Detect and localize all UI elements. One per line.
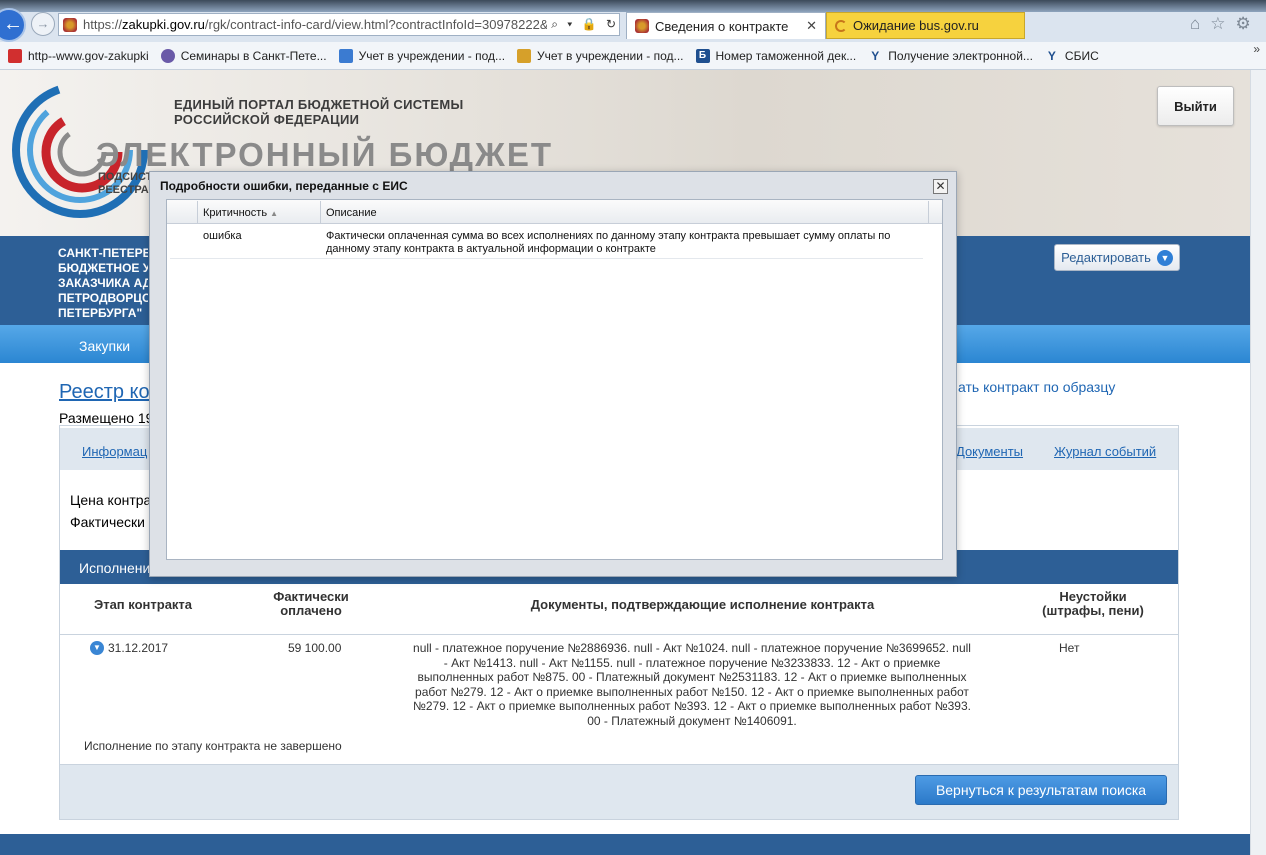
column-separator: [197, 201, 198, 223]
ie-page-icon: [338, 48, 353, 63]
loading-spinner-icon: [835, 19, 847, 32]
bird-icon: Y: [871, 48, 880, 63]
column-header-paid: Фактически оплачено: [273, 589, 349, 618]
brand-title: ЭЛЕКТРОННЫЙ БЮДЖЕТ: [96, 136, 554, 173]
error-grid-header: [167, 200, 942, 224]
error-severity-cell: ошибка: [203, 230, 242, 242]
address-tools-icons[interactable]: ⌕ ▾ 🔒 ↻: [551, 17, 619, 32]
b-letter-icon: Б: [695, 48, 710, 63]
logout-button[interactable]: Выйти: [1157, 86, 1234, 126]
column-header-documents: Документы, подтверждающие исполнение кон…: [530, 597, 875, 612]
page-footer-band: [0, 834, 1250, 855]
favorite-link[interactable]: http--www.gov-zakupki: [8, 48, 149, 63]
column-header-severity[interactable]: Критичность ▲: [203, 207, 278, 219]
column-header-stage: Этап контракта: [93, 597, 193, 612]
edit-button[interactable]: Редактировать ▼: [1054, 244, 1180, 271]
dialog-close-icon[interactable]: ✕: [933, 179, 948, 194]
favorite-link[interactable]: Y Получение электронной...: [868, 49, 1033, 63]
stage-date: 31.12.2017: [108, 641, 169, 655]
grid-row-divider: [170, 258, 923, 259]
tab-bus-gov-loading[interactable]: Ожидание bus.gov.ru: [826, 12, 1025, 39]
create-by-sample-link[interactable]: ать контракт по образцу: [958, 379, 1115, 395]
portal-name: ЕДИНЫЙ ПОРТАЛ БЮДЖЕТНОЙ СИСТЕМЫ РОССИЙСКО…: [174, 97, 464, 127]
favorite-link[interactable]: Учет в учреждении - под...: [517, 48, 684, 63]
favicon-icon: [8, 48, 22, 63]
favorites-more-icon[interactable]: »: [1253, 42, 1260, 56]
url-text[interactable]: https://zakupki.gov.ru/rgk/contract-info…: [83, 17, 547, 32]
tab-close-icon[interactable]: ✕: [806, 18, 817, 34]
back-arrow-icon: ←: [3, 13, 23, 35]
column-separator: [928, 201, 929, 223]
penalty-value: Нет: [1059, 641, 1080, 655]
tab-documents[interactable]: Документы: [956, 444, 1023, 459]
expand-row-chevron-icon[interactable]: ▼: [90, 641, 104, 655]
forward-button[interactable]: →: [31, 12, 55, 36]
favorite-link[interactable]: Учет в учреждении - под...: [338, 48, 505, 63]
dialog-title: Подробности ошибки, переданные с ЕИС: [160, 179, 408, 193]
favorite-link[interactable]: Б Номер таможенной дек...: [695, 48, 856, 63]
supporting-documents: null - платежное поручение №2886936. nul…: [413, 641, 971, 728]
contract-price-label: Цена контра: [70, 492, 152, 508]
actually-paid-label: Фактически: [70, 514, 145, 530]
tab-contract-info[interactable]: Сведения о контракте ✕: [626, 12, 826, 39]
nav-item-purchases[interactable]: Закупки: [79, 338, 130, 354]
tab-label: Ожидание bus.gov.ru: [853, 18, 979, 33]
sort-ascending-icon: ▲: [270, 209, 279, 218]
chevron-down-icon: ▼: [1156, 249, 1173, 266]
register-title-link[interactable]: Реестр ко: [59, 381, 150, 404]
window-top-strip: [0, 0, 1266, 12]
table-divider: [60, 634, 1178, 635]
column-header-description[interactable]: Описание: [326, 207, 377, 219]
tab-favicon-icon: [635, 19, 649, 33]
stage-status-text: Исполнение по этапу контракта не заверше…: [84, 739, 342, 753]
tab-label: Сведения о контракте: [655, 18, 789, 34]
placed-date-text: Размещено 19: [59, 410, 154, 426]
favorite-link[interactable]: Семинары в Санкт-Пете...: [160, 48, 327, 63]
back-to-search-button[interactable]: Вернуться к результатам поиска: [915, 775, 1167, 805]
tab-event-log[interactable]: Журнал событий: [1054, 444, 1156, 459]
home-icon[interactable]: ⌂: [1190, 14, 1200, 34]
tab-information[interactable]: Информац: [82, 444, 147, 459]
bird-icon: Y: [1047, 48, 1056, 63]
favicon-icon: [160, 48, 175, 63]
subsystem-label: ПОДСИСТ РЕЕСТРА: [98, 171, 153, 196]
gear-icon[interactable]: ⚙: [1236, 14, 1251, 34]
forward-arrow-icon: →: [36, 16, 50, 31]
column-separator[interactable]: [320, 201, 321, 223]
page-scrollbar[interactable]: [1250, 70, 1266, 855]
error-description-cell: Фактически оплаченная сумма во всех испо…: [326, 230, 891, 255]
address-bar[interactable]: https://zakupki.gov.ru/rgk/contract-info…: [58, 13, 620, 36]
favorite-link[interactable]: Y СБИС: [1045, 49, 1099, 63]
favorites-bar: http--www.gov-zakupki Семинары в Санкт-П…: [0, 42, 1266, 70]
execution-section-title: Исполнени: [79, 560, 151, 576]
ie-page-icon: [517, 48, 532, 63]
browser-nav-icons: ⌂ ☆ ⚙: [1190, 14, 1266, 34]
favorites-star-icon[interactable]: ☆: [1210, 14, 1225, 34]
site-favicon-icon: [63, 17, 77, 32]
paid-amount: 59 100.00: [288, 641, 342, 655]
column-header-penalties: Неустойки (штрафы, пени): [1042, 589, 1144, 618]
organization-name: САНКТ-ПЕТЕРБУБЮДЖЕТНОЕ УЧЗАКАЗЧИКА АДМПЕ…: [58, 246, 148, 320]
